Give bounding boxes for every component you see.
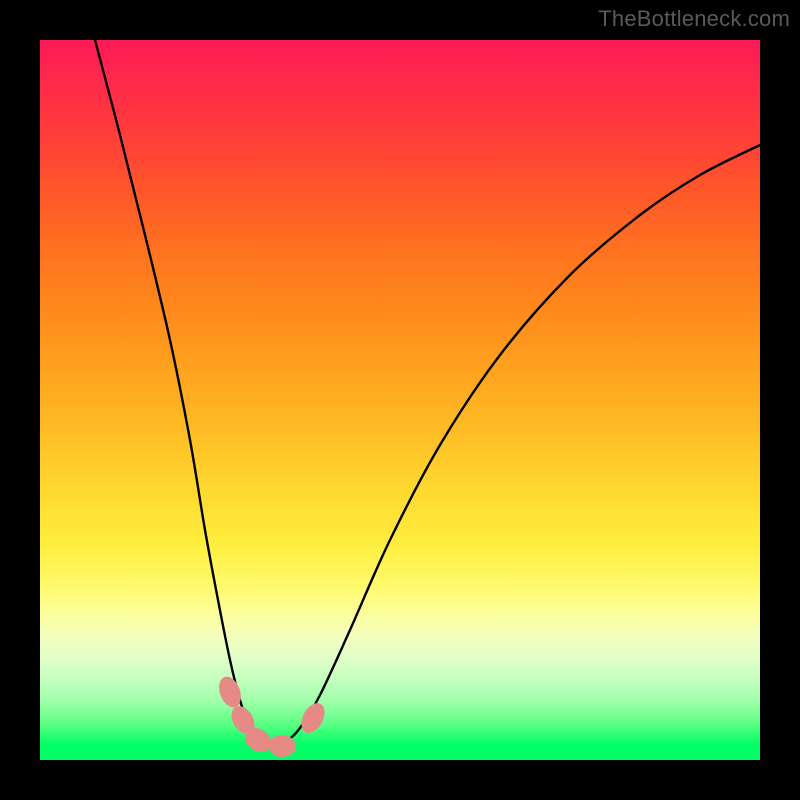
chart-svg	[40, 40, 760, 760]
left-curve	[95, 40, 270, 747]
attribution-text: TheBottleneck.com	[598, 6, 790, 32]
marker-bead	[268, 735, 296, 757]
right-curve	[270, 145, 760, 747]
plot-area	[40, 40, 760, 760]
marker-bead	[297, 699, 330, 737]
marker-group	[215, 674, 329, 757]
